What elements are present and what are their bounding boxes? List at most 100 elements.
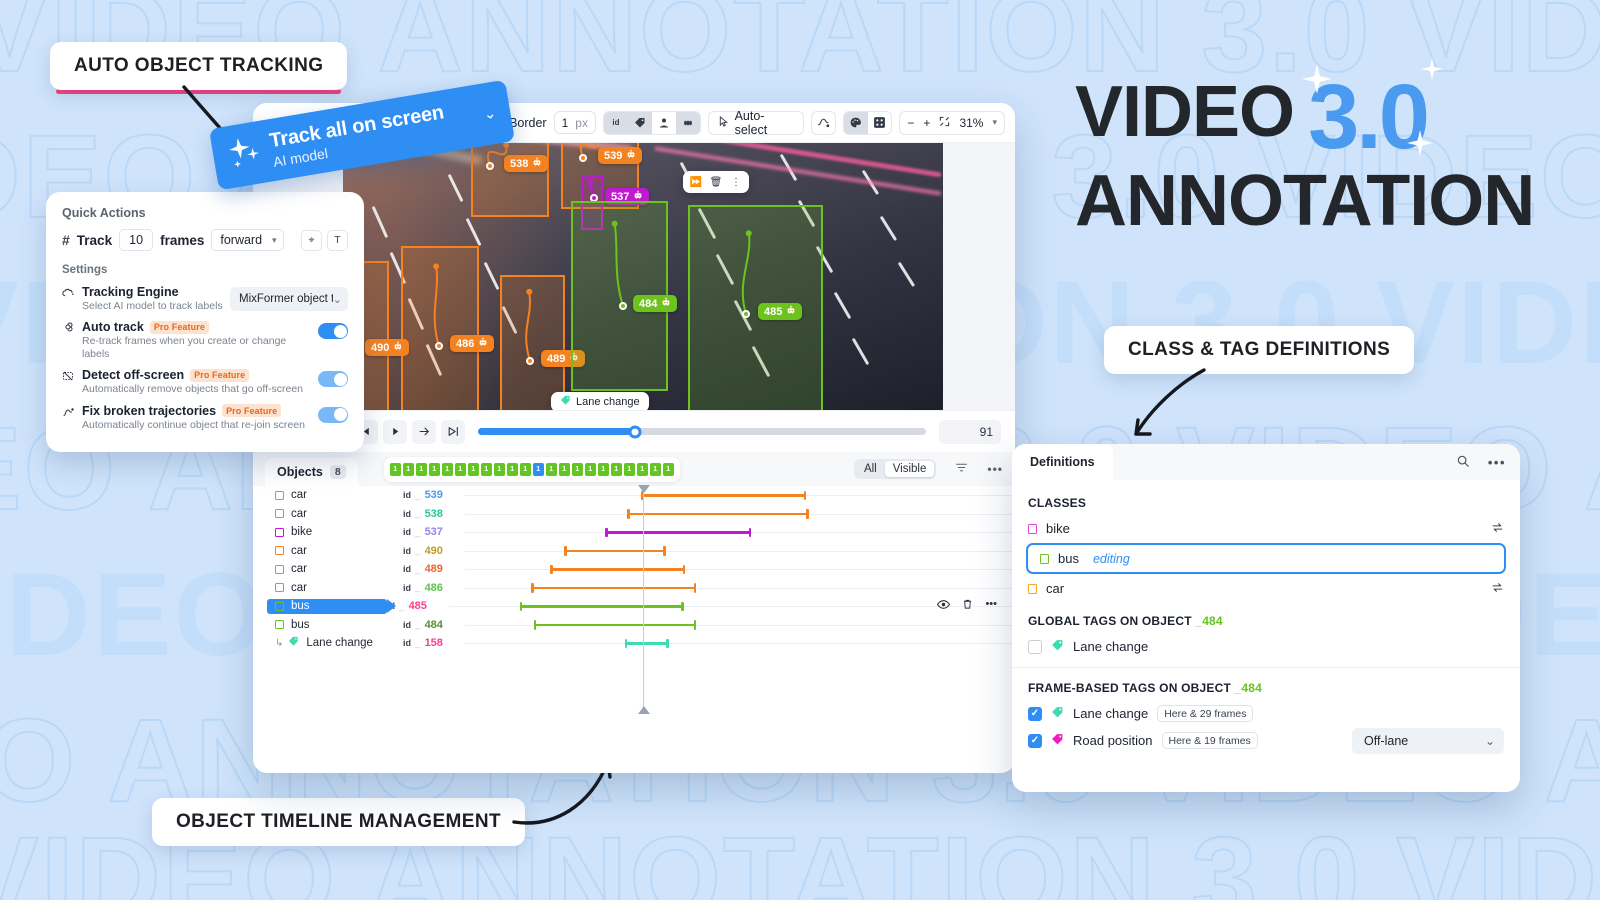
filmstrip-frame[interactable]: 1 — [415, 462, 427, 476]
object-context-menu[interactable]: ⏩ 🗑 ⋮ — [683, 171, 749, 193]
filmstrip-frame[interactable]: 1 — [558, 462, 570, 476]
anchor-point-485[interactable] — [742, 310, 750, 318]
video-frame[interactable]: 538 539 537 490 486 489 484 485 ⏩ 🗑 ⋮ Lane chan… — [343, 143, 943, 410]
object-row[interactable]: ↳ Lane change id _ 158 — [253, 634, 1015, 653]
object-name-cell[interactable]: car — [253, 563, 403, 575]
step-forward-icon[interactable] — [412, 419, 436, 444]
object-lifespan-bar[interactable] — [531, 583, 696, 592]
filmstrip[interactable]: 1111111111111111111111 — [383, 456, 680, 482]
filter-icon[interactable] — [955, 461, 968, 477]
filmstrip-frame[interactable]: 1 — [441, 462, 453, 476]
visibility-filter-toggle[interactable]: All Visible — [853, 459, 937, 479]
bounding-box-486[interactable] — [401, 246, 479, 410]
object-lifespan-bar[interactable] — [605, 528, 751, 536]
zoom-in-button[interactable]: + — [923, 116, 930, 130]
box-label-539[interactable]: 539 — [598, 147, 643, 164]
tag-value-select[interactable]: Off-lane ⌄ — [1352, 727, 1504, 754]
object-lifespan-bar[interactable] — [533, 620, 697, 629]
direction-select[interactable]: forward ▾ — [211, 229, 284, 251]
bounding-box-489[interactable] — [500, 275, 565, 410]
tag-icon[interactable] — [627, 111, 652, 134]
jump-end-icon[interactable] — [441, 419, 465, 444]
object-row[interactable]: car id _ 490 — [253, 542, 1015, 561]
person-icon[interactable] — [651, 111, 676, 134]
object-track-lane[interactable] — [449, 597, 1015, 616]
object-name-cell[interactable]: car — [253, 582, 403, 594]
object-row[interactable]: bike id _ 537 — [253, 523, 1015, 542]
filmstrip-frame[interactable]: 1 — [402, 462, 414, 476]
object-lifespan-bar[interactable] — [627, 509, 809, 518]
filmstrip-frame[interactable]: 1 — [662, 462, 674, 476]
filmstrip-frame[interactable]: 1 — [532, 462, 544, 476]
box-label-484[interactable]: 484 — [633, 295, 678, 312]
object-row[interactable]: car id _ 539 — [253, 486, 1015, 505]
track-forward-icon[interactable]: ⏩ — [687, 177, 705, 188]
object-track-lane[interactable] — [465, 579, 1015, 598]
anchor-point-486[interactable] — [435, 342, 443, 350]
class-row-bike[interactable]: bike — [1012, 515, 1520, 542]
filter-visible-button[interactable]: Visible — [884, 461, 935, 477]
object-track-lane[interactable] — [465, 542, 1015, 561]
anchor-point-539[interactable] — [579, 154, 587, 162]
border-width-input[interactable]: 1 px — [553, 111, 596, 134]
reset-button[interactable]: ⌖ — [301, 229, 322, 251]
object-track-lane[interactable] — [465, 616, 1015, 635]
pen-path-icon[interactable] — [810, 110, 836, 135]
frame-tag-row-road-position[interactable]: Road position Here & 19 frames Off-lane ⌄ — [1012, 727, 1520, 754]
object-name-cell[interactable]: bus — [253, 619, 403, 631]
id-icon[interactable]: id — [603, 111, 628, 134]
anchor-point-538[interactable] — [486, 162, 494, 170]
checkbox[interactable] — [1028, 706, 1042, 721]
object-row[interactable]: car id _ 486 — [253, 579, 1015, 598]
filmstrip-frame[interactable]: 1 — [597, 462, 609, 476]
box-label-485[interactable]: 485 — [758, 303, 803, 320]
eye-icon[interactable] — [937, 598, 951, 614]
anchor-point-489[interactable] — [526, 357, 534, 365]
filmstrip-frame[interactable]: 1 — [519, 462, 531, 476]
checkbox[interactable] — [1028, 733, 1042, 748]
box-label-538[interactable]: 538 — [504, 155, 549, 172]
object-name-cell[interactable]: bus — [267, 598, 387, 614]
filmstrip-frame[interactable]: 1 — [623, 462, 635, 476]
object-row[interactable]: bus id _ 484 — [253, 616, 1015, 635]
fit-screen-icon[interactable] — [939, 116, 950, 130]
filmstrip-frame[interactable]: 1 — [467, 462, 479, 476]
filmstrip-frame[interactable]: 1 — [428, 462, 440, 476]
toggle-fix-broken-trajectories[interactable] — [318, 406, 348, 423]
search-icon[interactable] — [1456, 454, 1470, 471]
filmstrip-frame[interactable]: 1 — [545, 462, 557, 476]
lane-change-chip[interactable]: Lane change — [551, 392, 649, 410]
scrubber-handle[interactable] — [628, 425, 642, 438]
more-icon[interactable]: ⋮ — [727, 177, 745, 188]
zoom-out-button[interactable]: − — [907, 116, 914, 130]
object-track-lane[interactable] — [465, 486, 1015, 505]
object-lifespan-bar[interactable] — [519, 602, 685, 610]
swap-icon[interactable] — [1491, 521, 1504, 537]
trash-icon[interactable] — [962, 598, 973, 614]
frame-tag-row-lane-change[interactable]: Lane change Here & 29 frames — [1012, 700, 1520, 727]
class-row-bus[interactable]: bus editing — [1026, 543, 1506, 574]
timeline-scrubber[interactable] — [478, 425, 926, 438]
object-track-lane[interactable] — [465, 523, 1015, 542]
more-icon[interactable]: ••• — [1488, 455, 1506, 470]
object-lifespan-bar[interactable] — [564, 546, 666, 555]
filmstrip-frame[interactable]: 1 — [454, 462, 466, 476]
box-label-486[interactable]: 486 — [450, 335, 495, 352]
tracking-engine-select[interactable]: MixFormer object tr ⌄ — [230, 287, 348, 311]
tab-definitions[interactable]: Definitions — [1012, 444, 1113, 480]
text-tool-button[interactable]: T — [327, 229, 348, 251]
dice-grid-icon[interactable] — [867, 111, 892, 134]
object-lifespan-bar[interactable] — [624, 639, 669, 647]
global-tag-row-lane-change[interactable]: Lane change — [1012, 633, 1520, 660]
object-lifespan-bar[interactable] — [641, 491, 806, 499]
object-row[interactable]: car id _ 538 — [253, 505, 1015, 524]
chevron-down-icon[interactable]: ▾ — [992, 117, 997, 128]
object-name-cell[interactable]: car — [253, 545, 403, 557]
more-icon[interactable]: ••• — [985, 598, 997, 614]
class-row-car[interactable]: car — [1012, 575, 1520, 602]
palette-icon[interactable] — [843, 111, 868, 134]
bounding-box-485[interactable] — [688, 205, 823, 410]
filmstrip-frame[interactable]: 1 — [493, 462, 505, 476]
toggle-auto-track[interactable] — [318, 323, 348, 340]
object-row[interactable]: car id _ 489 — [253, 560, 1015, 579]
